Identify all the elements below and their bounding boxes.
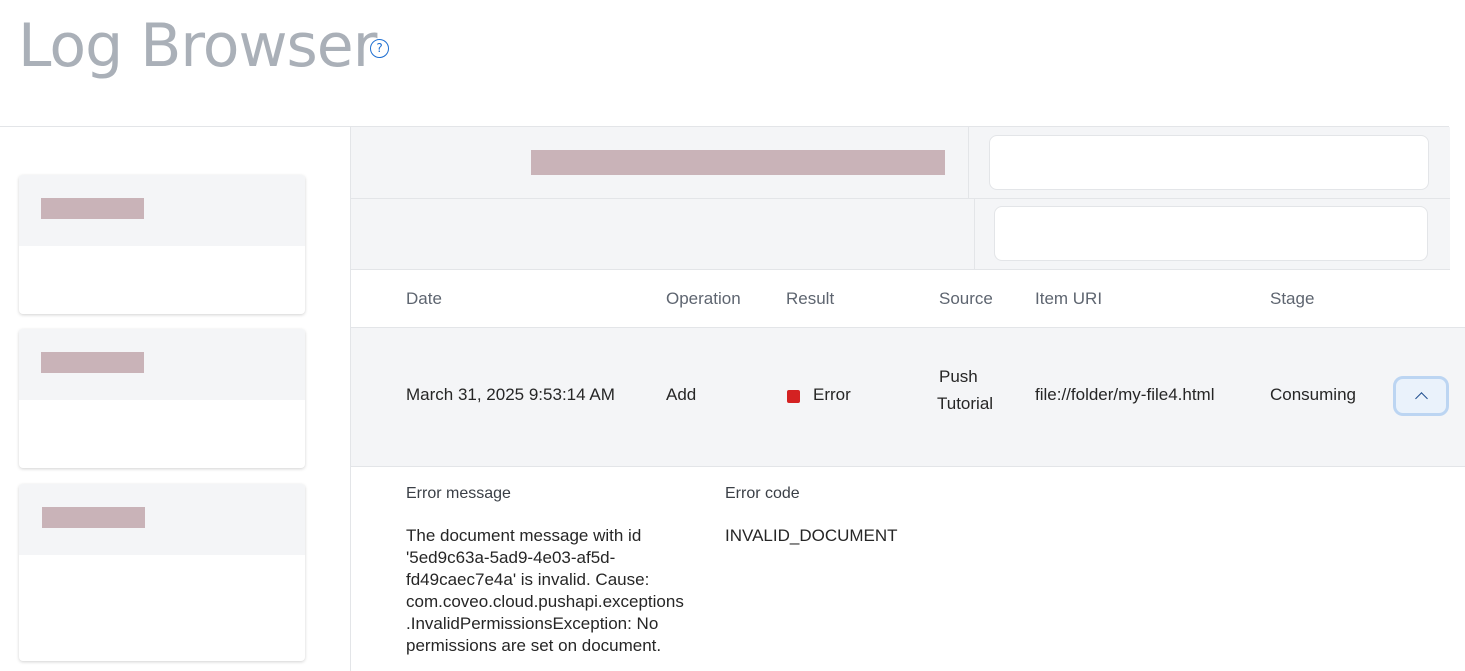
column-header-date[interactable]: Date bbox=[406, 270, 442, 327]
facet-card-header[interactable] bbox=[19, 484, 305, 555]
cell-date: March 31, 2025 9:53:14 AM bbox=[406, 385, 615, 404]
error-status-icon bbox=[787, 390, 800, 403]
error-message-line: The document message with id bbox=[406, 526, 642, 545]
redacted-facet-title bbox=[42, 507, 145, 528]
search-input[interactable] bbox=[989, 135, 1429, 190]
filter-input[interactable] bbox=[994, 206, 1428, 261]
collapse-row-button[interactable] bbox=[1393, 376, 1449, 416]
facet-card bbox=[19, 329, 305, 468]
log-table-area: Date Operation Result Source Item URI St… bbox=[350, 127, 1465, 671]
column-header-result[interactable]: Result bbox=[786, 270, 834, 327]
column-header-item-uri[interactable]: Item URI bbox=[1035, 270, 1102, 327]
error-message-line: '5ed9c63a-5ad9-4e03-af5d- bbox=[406, 548, 616, 567]
table-header: Date Operation Result Source Item URI St… bbox=[351, 270, 1465, 328]
redacted-facet-title bbox=[41, 198, 144, 219]
cell-result: Error bbox=[813, 385, 851, 404]
error-message-line: fd49caec7e4a' is invalid. Cause: bbox=[406, 570, 650, 589]
filter-divider bbox=[974, 199, 975, 269]
redacted-facet-title bbox=[41, 352, 144, 373]
facet-card bbox=[19, 175, 305, 314]
column-header-stage[interactable]: Stage bbox=[1270, 270, 1314, 327]
question-circle-icon[interactable]: ? bbox=[370, 39, 389, 58]
cell-source-line1: Push bbox=[939, 367, 978, 386]
error-code-value: INVALID_DOCUMENT bbox=[725, 526, 898, 545]
page-title: Log Browser bbox=[18, 11, 377, 81]
filter-row-secondary bbox=[351, 199, 1450, 270]
error-message-label: Error message bbox=[406, 485, 511, 502]
facet-card bbox=[19, 484, 305, 661]
error-code-label: Error code bbox=[725, 485, 800, 502]
facet-card-header[interactable] bbox=[19, 329, 305, 400]
error-message-line: .InvalidPermissionsException: No bbox=[406, 614, 659, 633]
chevron-up-icon bbox=[1415, 392, 1428, 405]
error-message-text: The document message with id '5ed9c63a-5… bbox=[406, 525, 684, 657]
filter-row-primary bbox=[351, 127, 1450, 199]
column-header-operation[interactable]: Operation bbox=[666, 270, 741, 327]
cell-stage: Consuming bbox=[1270, 385, 1356, 404]
column-header-source[interactable]: Source bbox=[939, 270, 993, 327]
filter-divider bbox=[968, 127, 969, 198]
cell-source-line2: Tutorial bbox=[937, 394, 994, 413]
cell-item-uri: file://folder/my-file4.html bbox=[1035, 385, 1215, 404]
table-row[interactable]: March 31, 2025 9:53:14 AM Add Error Push… bbox=[351, 328, 1465, 467]
facet-card-header[interactable] bbox=[19, 175, 305, 246]
error-message-line: com.coveo.cloud.pushapi.exceptions bbox=[406, 592, 684, 611]
log-browser-page: Log Browser ? Date Operation Result Sour… bbox=[0, 0, 1465, 671]
redacted-filter-label bbox=[531, 150, 945, 175]
error-message-line: permissions are set on document. bbox=[406, 636, 662, 655]
cell-operation: Add bbox=[666, 385, 697, 404]
